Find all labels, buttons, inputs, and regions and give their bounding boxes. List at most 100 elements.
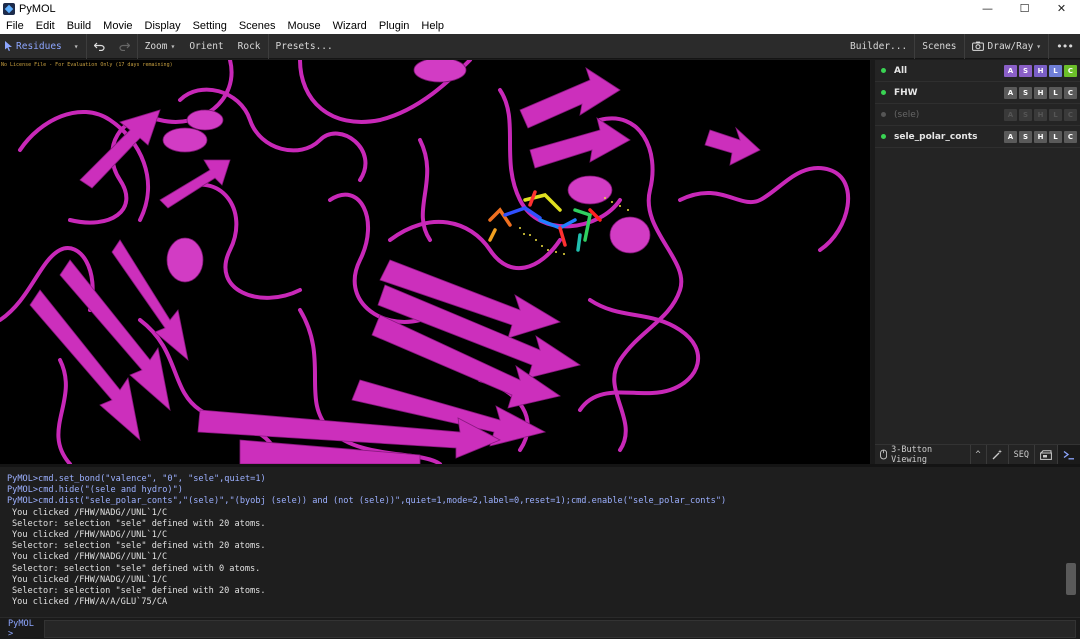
object-row-sele-polar-conts[interactable]: sele_polar_conts A S H L C	[875, 126, 1080, 148]
label-button[interactable]: L	[1049, 109, 1062, 121]
object-action-buttons: A S H L C	[1004, 109, 1077, 121]
chevron-down-icon: ▾	[1036, 41, 1042, 51]
console-line: PyMOL>cmd.hide("(sele and hydro)")	[7, 485, 183, 496]
action-button[interactable]: A	[1004, 87, 1017, 99]
console-line: You clicked /FHW/NADG//UNL`1/C	[12, 507, 168, 518]
expand-button[interactable]: ^	[971, 444, 987, 465]
object-action-buttons: A S H L C	[1004, 65, 1077, 77]
scenes-label: Scenes	[922, 40, 957, 52]
command-input[interactable]	[44, 619, 1076, 638]
seq-label: SEQ	[1013, 449, 1029, 460]
menu-setting[interactable]: Setting	[187, 20, 233, 32]
undo-button[interactable]	[87, 34, 112, 59]
console-line: Selector: selection "sele" defined with …	[12, 586, 266, 597]
toolbar: Residues ▾ Zoom ▾ Orient Rock Presets...…	[0, 33, 1080, 59]
object-name: sele_polar_conts	[894, 131, 978, 142]
terminal-icon	[1063, 450, 1074, 459]
object-row-fhw[interactable]: FHW A S H L C	[875, 82, 1080, 104]
hide-button[interactable]: H	[1034, 65, 1047, 77]
menu-mouse[interactable]: Mouse	[282, 20, 327, 32]
minimize-button[interactable]: —	[969, 0, 1006, 17]
camera-icon	[971, 41, 984, 51]
mouse-mode-button[interactable]: 3-Button Viewing	[875, 444, 971, 465]
wizard-button[interactable]	[987, 444, 1009, 465]
color-button[interactable]: C	[1064, 109, 1077, 121]
rock-label: Rock	[237, 40, 261, 52]
more-icon: •••	[1056, 39, 1074, 53]
menu-plugin[interactable]: Plugin	[373, 20, 416, 32]
window-title: PyMOL	[19, 2, 56, 15]
show-button[interactable]: S	[1019, 131, 1032, 143]
color-button[interactable]: C	[1064, 131, 1077, 143]
action-button[interactable]: A	[1004, 65, 1017, 77]
hide-button[interactable]: H	[1034, 109, 1047, 121]
rock-button[interactable]: Rock	[231, 33, 269, 59]
action-button[interactable]: A	[1004, 131, 1017, 143]
command-prompt: PyMOL >	[8, 618, 34, 639]
menu-edit[interactable]: Edit	[30, 20, 61, 32]
console-line: You clicked /FHW/NADG//UNL`1/C	[12, 552, 168, 563]
action-button[interactable]: A	[1004, 109, 1017, 121]
window-controls: — ☐ ✕	[969, 0, 1080, 17]
protein-cartoon-render	[0, 60, 850, 464]
menu-scenes[interactable]: Scenes	[233, 20, 282, 32]
presets-button[interactable]: Presets...	[269, 34, 340, 59]
color-button[interactable]: C	[1064, 87, 1077, 99]
enabled-indicator	[881, 68, 886, 73]
movie-panel-button[interactable]	[1035, 444, 1058, 465]
hide-button[interactable]: H	[1034, 87, 1047, 99]
draw-ray-dropdown[interactable]: Draw/Ray ▾	[965, 33, 1050, 59]
chevron-down-icon: ▾	[73, 41, 79, 51]
selection-mode-dropdown[interactable]: Residues ▾	[0, 33, 87, 59]
show-button[interactable]: S	[1019, 65, 1032, 77]
builder-button[interactable]: Builder...	[843, 33, 916, 59]
more-options-button[interactable]: •••	[1049, 34, 1080, 59]
console-line: You clicked /FHW/NADG//UNL`1/C	[12, 530, 168, 541]
object-row-all[interactable]: All A S H L C	[875, 60, 1080, 82]
show-button[interactable]: S	[1019, 109, 1032, 121]
console-line: Selector: selection "sele" defined with …	[12, 541, 266, 552]
menu-display[interactable]: Display	[139, 20, 187, 32]
hide-button[interactable]: H	[1034, 131, 1047, 143]
show-button[interactable]: S	[1019, 87, 1032, 99]
sequence-button[interactable]: SEQ	[1009, 444, 1035, 465]
orient-button[interactable]: Orient	[182, 34, 230, 59]
beta-sheet-arrows	[29, 67, 761, 464]
chevron-down-icon: ▾	[170, 41, 176, 51]
label-button[interactable]: L	[1049, 87, 1062, 99]
label-button[interactable]: L	[1049, 65, 1062, 77]
terminal-button[interactable]	[1058, 444, 1080, 465]
zoom-label: Zoom	[144, 40, 168, 52]
label-button[interactable]: L	[1049, 131, 1062, 143]
orient-label: Orient	[189, 40, 224, 52]
toolbar-right-group: Builder... Scenes Draw/Ray ▾ •••	[843, 33, 1080, 59]
console-lines: PyMOL>cmd.set_bond("valence", "0", "sele…	[7, 474, 1057, 608]
close-button[interactable]: ✕	[1043, 0, 1080, 17]
menu-file[interactable]: File	[0, 20, 30, 32]
selection-mode-label: Residues	[16, 40, 62, 52]
redo-button[interactable]	[112, 33, 138, 59]
console-scrollbar[interactable]	[1066, 563, 1076, 595]
draw-ray-label: Draw/Ray	[987, 40, 1034, 52]
title-bar: PyMOL — ☐ ✕	[0, 0, 1080, 17]
scenes-button[interactable]: Scenes	[915, 33, 965, 59]
menu-bar: File Edit Build Movie Display Setting Sc…	[0, 17, 1080, 34]
mouse-icon	[880, 449, 888, 460]
menu-build[interactable]: Build	[61, 20, 97, 32]
menu-wizard[interactable]: Wizard	[327, 20, 373, 32]
object-row-sele[interactable]: (sele) A S H L C	[875, 104, 1080, 126]
undo-icon	[93, 42, 105, 51]
console-line: PyMOL>cmd.dist("sele_polar_conts","(sele…	[7, 496, 727, 507]
console-line: You clicked /FHW/NADG//UNL`1/C	[12, 574, 168, 585]
menu-movie[interactable]: Movie	[97, 20, 138, 32]
menu-help[interactable]: Help	[415, 20, 450, 32]
presets-label: Presets...	[275, 40, 333, 52]
console-line: Selector: selection "sele" defined with …	[12, 563, 261, 574]
maximize-button[interactable]: ☐	[1006, 0, 1043, 17]
color-button[interactable]: C	[1064, 65, 1077, 77]
redo-icon	[119, 42, 130, 51]
object-action-buttons: A S H L C	[1004, 87, 1077, 99]
zoom-dropdown[interactable]: Zoom ▾	[138, 34, 183, 59]
molecular-viewport[interactable]: No License File - For Evaluation Only (1…	[0, 60, 870, 464]
console-output[interactable]: PyMOL>cmd.set_bond("valence", "0", "sele…	[0, 464, 1080, 617]
